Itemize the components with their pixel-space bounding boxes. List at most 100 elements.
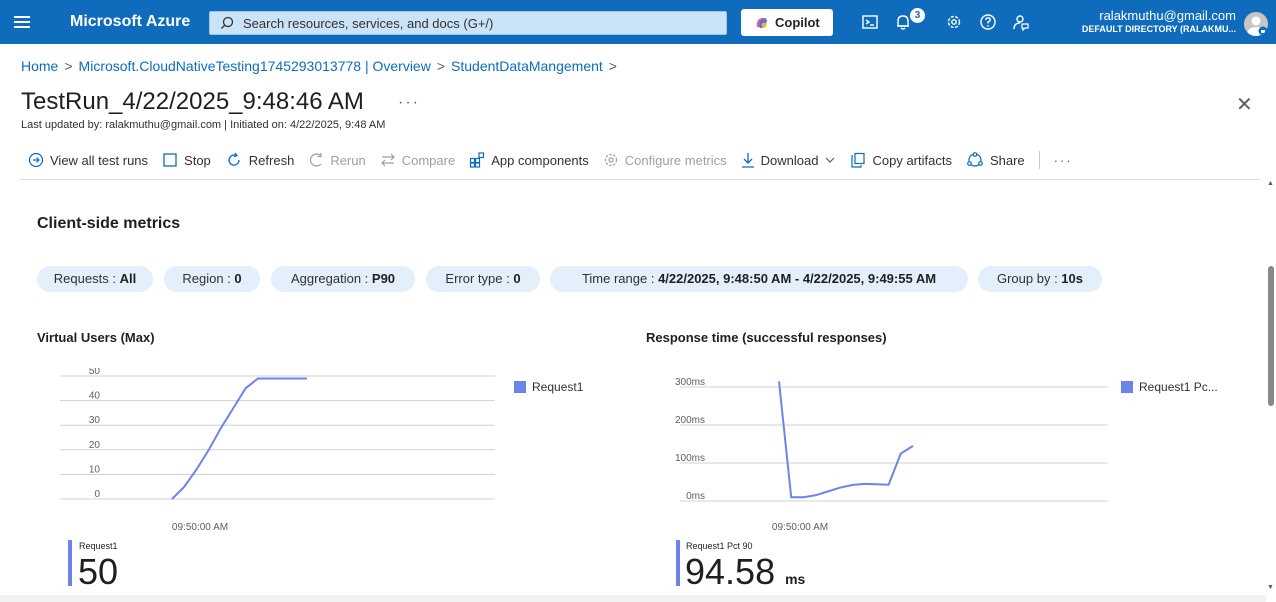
y-tick-label: 20: [89, 440, 101, 451]
copilot-label: Copilot: [775, 15, 820, 30]
virtual-users-chart: 0 10 20 30 40 50 09:50:00 AM: [60, 368, 495, 533]
copilot-icon: [756, 18, 767, 28]
share-label: Share: [989, 152, 1025, 168]
y-tick-label: 100ms: [675, 453, 705, 464]
legend-label: Request1: [532, 380, 584, 394]
refresh-button[interactable]: Refresh: [225, 151, 295, 169]
more-icon: ···: [1053, 152, 1073, 168]
view-all-test-runs-label: View all test runs: [50, 152, 149, 168]
filter-value: P90: [371, 271, 396, 286]
app-components-button[interactable]: App components: [469, 152, 589, 168]
metric-accent-bar: [68, 540, 72, 586]
metric-accent-bar: [676, 540, 680, 586]
breadcrumb-resource[interactable]: Microsoft.CloudNativeTesting174529301377…: [79, 58, 431, 74]
filter-value: 4/22/2025, 9:48:50 AM - 4/22/2025, 9:49:…: [658, 271, 937, 286]
legend-swatch: [1121, 381, 1133, 393]
breadcrumb-test[interactable]: StudentDataMangement: [451, 58, 603, 74]
filter-value: 0: [234, 271, 242, 286]
chart-title-virtual-users: Virtual Users (Max): [37, 330, 155, 345]
download-icon: [741, 153, 754, 168]
view-all-test-runs-button[interactable]: View all test runs: [28, 152, 148, 168]
search-input[interactable]: Search resources, services, and docs (G+…: [209, 11, 727, 35]
y-tick-label: 200ms: [675, 415, 705, 426]
user-directory[interactable]: DEFAULT DIRECTORY (RALAKMU...: [1082, 24, 1236, 34]
help-icon[interactable]: [978, 12, 998, 32]
section-title: Client-side metrics: [37, 215, 181, 232]
stop-button[interactable]: Stop: [162, 152, 211, 168]
y-tick-label: 0ms: [686, 491, 705, 502]
legend-label: Request1 Pc...: [1139, 380, 1218, 394]
command-separator: [1038, 151, 1040, 169]
brand-title[interactable]: Microsoft Azure: [70, 13, 190, 31]
legend-response-time[interactable]: Request1 Pc...: [1121, 380, 1218, 394]
vertical-scrollbar[interactable]: ▲ ▼: [1266, 180, 1276, 600]
filter-group-by[interactable]: Group by : 10s: [978, 266, 1102, 292]
scroll-up-icon[interactable]: ▲: [1267, 180, 1274, 187]
metric-unit: ms: [785, 571, 806, 587]
y-tick-label: 30: [89, 415, 101, 426]
search-icon: [221, 16, 234, 29]
metric-number: 94.58: [685, 551, 776, 592]
chevron-down-icon: [826, 157, 835, 163]
app-components-label: App components: [491, 152, 589, 168]
legend-swatch: [514, 381, 526, 393]
share-button[interactable]: Share: [966, 152, 1025, 168]
settings-gear-icon[interactable]: [944, 12, 964, 32]
filter-region[interactable]: Region : 0: [164, 266, 260, 292]
hamburger-menu-icon[interactable]: [14, 13, 30, 31]
filter-value: 0: [513, 271, 521, 286]
compare-label: Compare: [401, 152, 456, 168]
user-email[interactable]: ralakmuthu@gmail.com: [1099, 8, 1236, 23]
series-line: [778, 381, 914, 499]
configure-metrics-button[interactable]: Configure metrics: [603, 152, 727, 168]
feedback-icon[interactable]: [1011, 12, 1031, 32]
x-tick-label: 09:50:00 AM: [172, 522, 228, 533]
filter-key: Time range :: [581, 271, 659, 286]
y-tick-label: 40: [89, 391, 101, 402]
refresh-label: Refresh: [248, 152, 295, 168]
y-tick-label: 300ms: [675, 377, 705, 388]
stop-icon: [163, 153, 177, 167]
close-icon[interactable]: ✕: [1236, 92, 1253, 117]
cloud-shell-icon[interactable]: [860, 12, 880, 32]
download-label: Download: [760, 152, 819, 168]
legend-virtual-users[interactable]: Request1: [514, 380, 583, 394]
metric-label: Request1 Pct 90: [686, 541, 753, 551]
scroll-thumb[interactable]: [1268, 266, 1274, 406]
user-avatar[interactable]: [1244, 12, 1268, 36]
top-bar: Microsoft Azure Search resources, servic…: [0, 0, 1276, 44]
compare-button[interactable]: Compare: [380, 152, 455, 168]
x-tick-label: 09:50:00 AM: [772, 522, 828, 533]
stop-label: Stop: [184, 152, 211, 168]
rerun-button[interactable]: Rerun: [308, 152, 366, 168]
breadcrumb-home[interactable]: Home: [21, 58, 58, 74]
page-title: TestRun_4/22/2025_9:48:46 AM: [21, 88, 364, 115]
copy-artifacts-button[interactable]: Copy artifacts: [850, 152, 952, 168]
more-commands-button[interactable]: ···: [1054, 153, 1073, 168]
filter-time-range[interactable]: Time range : 4/22/2025, 9:48:50 AM - 4/2…: [550, 266, 968, 292]
filter-key: Error type :: [445, 271, 514, 286]
metric-value: 94.58 ms: [685, 551, 805, 593]
more-options-icon[interactable]: ···: [398, 94, 420, 112]
configure-metrics-label: Configure metrics: [624, 152, 727, 168]
share-icon: [967, 152, 983, 167]
copy-icon: [851, 152, 866, 168]
series-line: [171, 377, 307, 500]
copy-artifacts-label: Copy artifacts: [872, 152, 952, 168]
rerun-icon: [310, 153, 322, 167]
page-subtitle: Last updated by: ralakmuthu@gmail.com | …: [21, 119, 386, 131]
chevron-right-icon: >: [608, 58, 617, 74]
divider: [20, 179, 1260, 180]
filter-key: Requests :: [53, 271, 120, 286]
response-time-chart: 0ms 100ms 200ms 300ms 09:50:00 AM: [675, 377, 1108, 533]
notifications-badge: 3: [910, 8, 925, 23]
search-placeholder: Search resources, services, and docs (G+…: [243, 16, 494, 31]
scroll-down-icon[interactable]: ▼: [1267, 584, 1274, 591]
copilot-button[interactable]: Copilot: [741, 9, 833, 36]
filter-value: 10s: [1061, 271, 1083, 286]
filter-requests[interactable]: Requests : All: [37, 266, 153, 292]
download-button[interactable]: Download: [741, 152, 837, 168]
filter-aggregation[interactable]: Aggregation : P90: [271, 266, 415, 292]
refresh-icon: [228, 152, 240, 166]
filter-error-type[interactable]: Error type : 0: [426, 266, 540, 292]
